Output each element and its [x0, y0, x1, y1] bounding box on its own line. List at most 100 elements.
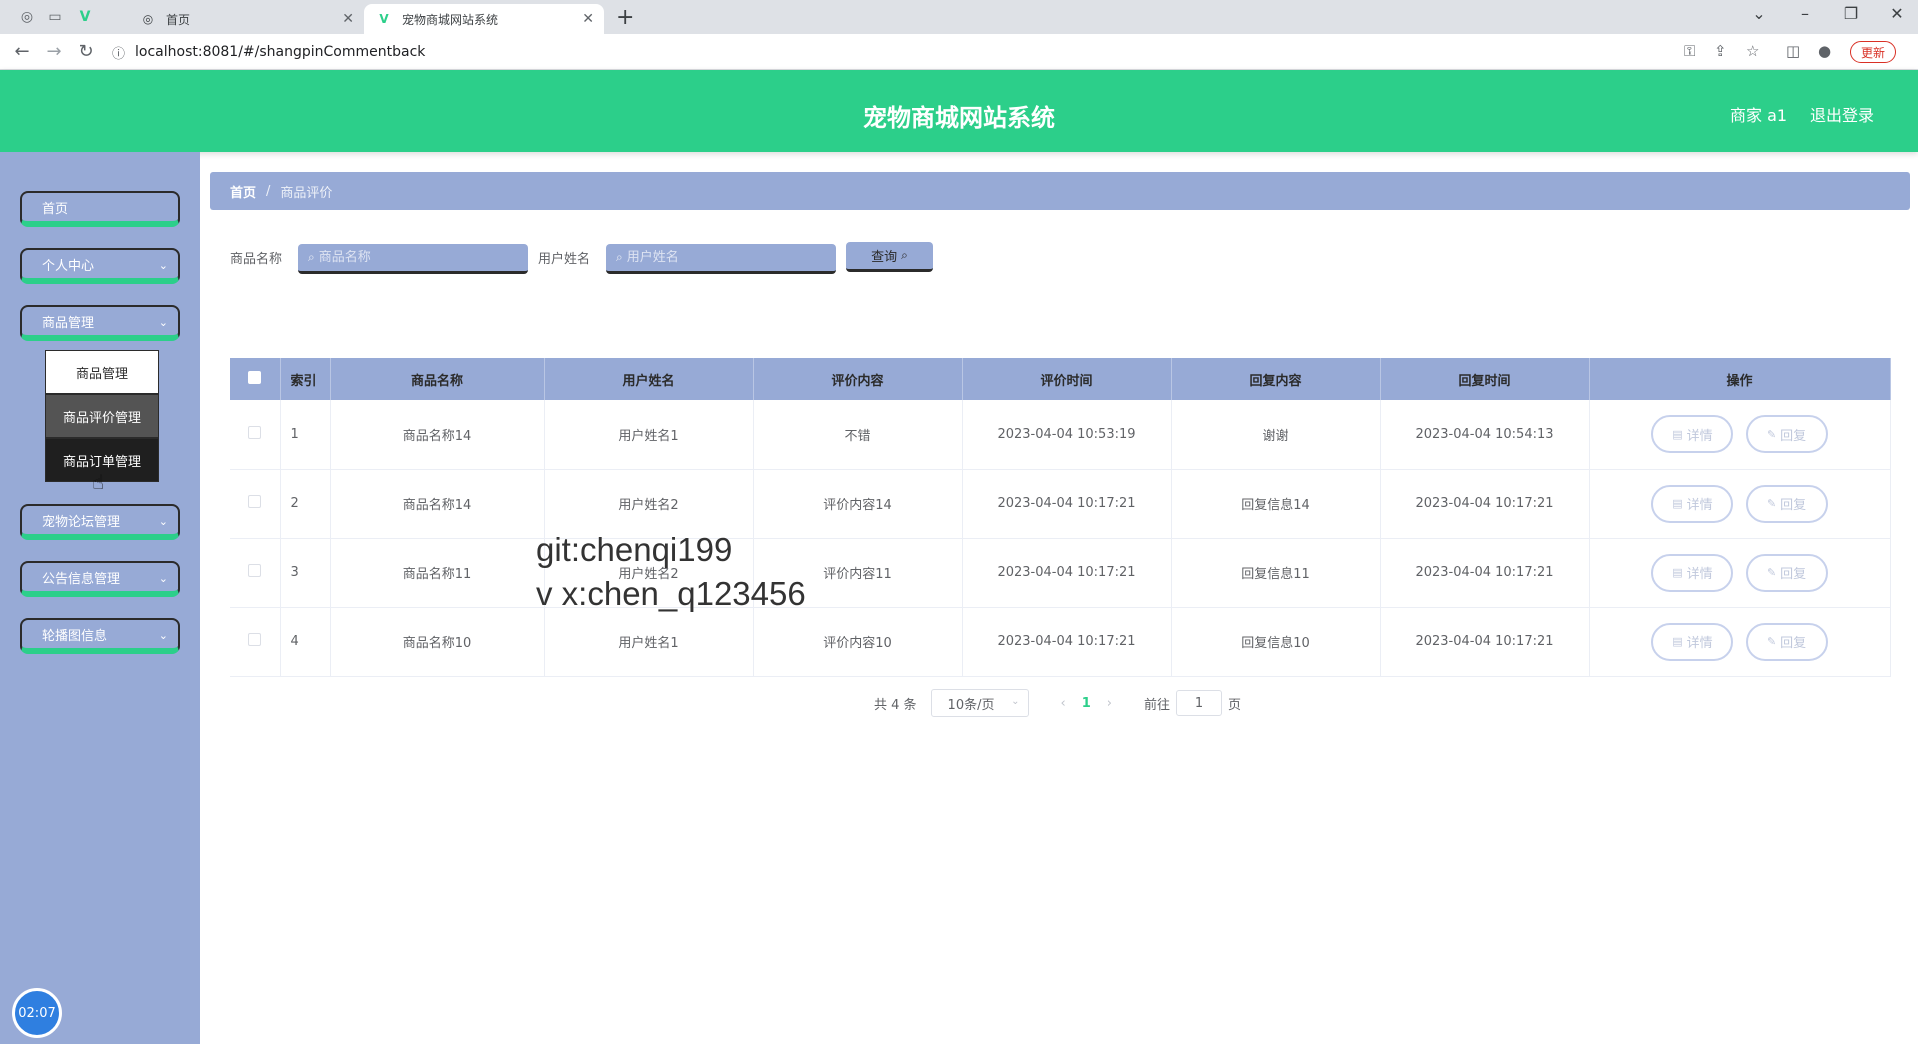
column-header-reply-time: 回复时间 — [1380, 358, 1590, 400]
tab-home[interactable]: ◎ 首页 ✕ — [128, 4, 364, 34]
cell-actions: ▤ 详情 ✎ 回复 — [1589, 400, 1891, 470]
prev-page-icon[interactable]: ‹ — [1061, 696, 1066, 711]
reply-button[interactable]: ✎ 回复 — [1745, 553, 1828, 592]
chevron-down-icon: ⌄ — [1011, 696, 1020, 707]
row-checkbox[interactable] — [248, 425, 262, 439]
user-name-input[interactable] — [626, 250, 807, 265]
next-page-icon[interactable]: › — [1107, 696, 1112, 711]
column-header-content: 评价内容 — [753, 358, 963, 400]
detail-label: 详情 — [1686, 636, 1713, 651]
submenu-item-product-reviews[interactable]: 商品评价管理 — [45, 394, 159, 438]
close-tab-icon[interactable]: ✕ — [342, 11, 354, 27]
cell-time: 2023-04-04 10:53:19 — [962, 400, 1172, 470]
hand-cursor-icon: ☝ — [92, 470, 105, 494]
detail-button[interactable]: ▤ 详情 — [1651, 415, 1734, 454]
edit-icon: ✎ — [1766, 635, 1777, 648]
tab-blank-icon[interactable]: ▭ — [46, 8, 64, 26]
chevron-down-icon: ⌄ — [158, 259, 168, 272]
goto-page-input[interactable]: 1 — [1176, 690, 1223, 716]
reply-button[interactable]: ✎ 回复 — [1745, 484, 1828, 523]
sidebar-item-announcements[interactable]: 公告信息管理 ⌄ — [20, 561, 180, 597]
search-icon: ⌕ — [616, 250, 623, 264]
cell-reply-time: 2023-04-04 10:17:21 — [1380, 469, 1590, 539]
cell-content: 评价内容10 — [753, 607, 963, 677]
select-all-checkbox[interactable] — [248, 370, 262, 384]
url-field[interactable]: ⓘ localhost:8081/#/shangpinCommentback — [112, 40, 1672, 64]
back-icon[interactable]: ← — [10, 41, 34, 62]
watermark-line: v x:chen_q123456 — [536, 575, 806, 612]
cell-actions: ▤ 详情 ✎ 回复 — [1589, 538, 1891, 608]
update-button[interactable]: 更新 — [1849, 41, 1896, 63]
reply-button[interactable]: ✎ 回复 — [1745, 622, 1828, 661]
new-tab-icon[interactable]: + — [616, 5, 634, 30]
key-icon[interactable]: ⚿ — [1684, 42, 1695, 60]
cell-reply: 回复信息11 — [1171, 538, 1381, 608]
sidebar-item-carousel[interactable]: 轮播图信息 ⌄ — [20, 618, 180, 654]
page-size-select[interactable]: 10条/页 ⌄ — [930, 689, 1029, 717]
reply-label: 回复 — [1780, 498, 1807, 513]
window-close-icon[interactable]: ✕ — [1882, 4, 1912, 23]
cell-product: 商品名称10 — [330, 607, 545, 677]
page-number[interactable]: 1 — [1082, 696, 1091, 711]
share-icon[interactable]: ⇪ — [1714, 42, 1727, 60]
document-icon: ▤ — [1672, 497, 1683, 510]
cell-user: 用户姓名1 — [544, 400, 754, 470]
detail-button[interactable]: ▤ 详情 — [1651, 622, 1734, 661]
sidebar-item-label: 公告信息管理 — [42, 571, 121, 587]
vue-tab-icon[interactable]: V — [76, 8, 94, 26]
product-name-input[interactable] — [318, 250, 499, 265]
chevron-down-icon: ⌄ — [158, 629, 168, 642]
bookmark-star-icon[interactable]: ☆ — [1746, 42, 1759, 60]
row-checkbox[interactable] — [248, 633, 262, 646]
logout-link[interactable]: 退出登录 — [1810, 102, 1874, 126]
detail-button[interactable]: ▤ 详情 — [1651, 553, 1734, 592]
site-info-icon[interactable]: ⓘ — [112, 43, 125, 62]
pagination-total: 共 4 条 — [874, 697, 917, 713]
profile-icon[interactable]: ● — [1818, 42, 1831, 60]
forward-icon[interactable]: → — [42, 41, 66, 62]
product-name-search-field[interactable]: ⌕ — [298, 244, 528, 274]
sidebar: 首页 个人中心 ⌄ 商品管理 ⌄ 宠物论坛管理 ⌄ 公告信息管理 ⌄ 轮播图信息… — [0, 152, 200, 1044]
browser-tab-strip: ◎ ▭ V ◎ 首页 ✕ V 宠物商城网站系统 ✕ + ⌄ – ❐ ✕ — [0, 0, 1918, 34]
watermark-overlay: git:chenqi199 v x:chen_q123456 — [536, 528, 806, 616]
tab-search-icon[interactable]: ⌄ — [1744, 4, 1774, 23]
reply-button[interactable]: ✎ 回复 — [1745, 415, 1828, 454]
reviews-table: 索引 商品名称 用户姓名 评价内容 评价时间 回复内容 回复时间 操作 1 商品… — [230, 358, 1891, 677]
address-bar: ← → ↻ ⓘ localhost:8081/#/shangpinComment… — [0, 34, 1918, 70]
sidebar-item-product-management[interactable]: 商品管理 ⌄ — [20, 305, 180, 341]
sidebar-item-personal-center[interactable]: 个人中心 ⌄ — [20, 248, 180, 284]
app-header: 宠物商城网站系统 商家 a1 退出登录 — [0, 70, 1918, 152]
user-name-search-field[interactable]: ⌕ — [606, 244, 836, 274]
cell-actions: ▤ 详情 ✎ 回复 — [1589, 469, 1891, 539]
url-text: localhost:8081/#/shangpinCommentback — [135, 44, 426, 60]
cell-actions: ▤ 详情 ✎ 回复 — [1589, 607, 1891, 677]
reload-icon[interactable]: ↻ — [74, 41, 98, 62]
sidebar-item-label: 个人中心 — [42, 258, 95, 274]
submenu-item-products[interactable]: 商品管理 — [45, 350, 159, 394]
tab-favicon-icon[interactable]: ◎ — [18, 8, 36, 26]
close-tab-icon[interactable]: ✕ — [582, 11, 594, 27]
column-header-product: 商品名称 — [330, 358, 545, 400]
restore-icon[interactable]: ❐ — [1836, 4, 1866, 23]
tab-pet-shop[interactable]: V 宠物商城网站系统 ✕ — [364, 4, 604, 34]
column-header-user: 用户姓名 — [544, 358, 754, 400]
sidebar-item-pet-forum[interactable]: 宠物论坛管理 ⌄ — [20, 504, 180, 540]
chevron-down-icon: ⌄ — [158, 316, 168, 329]
table-row: 4 商品名称10 用户姓名1 评价内容10 2023-04-04 10:17:2… — [230, 607, 1891, 677]
column-header-reply: 回复内容 — [1171, 358, 1381, 400]
minimize-icon[interactable]: – — [1790, 4, 1820, 23]
query-button[interactable]: 查询 ⌕ — [846, 242, 933, 272]
query-button-label: 查询 — [871, 250, 898, 265]
cell-reply-time: 2023-04-04 10:17:21 — [1380, 607, 1590, 677]
breadcrumb-home[interactable]: 首页 — [230, 182, 256, 201]
cell-reply-time: 2023-04-04 10:54:13 — [1380, 400, 1590, 470]
watermark-line: git:chenqi199 — [536, 531, 733, 568]
search-icon: ⌕ — [901, 248, 908, 262]
sidebar-item-label: 商品管理 — [42, 315, 95, 331]
row-checkbox[interactable] — [248, 495, 262, 508]
sidebar-item-home[interactable]: 首页 — [20, 191, 180, 227]
detail-button[interactable]: ▤ 详情 — [1651, 484, 1734, 523]
side-panel-icon[interactable]: ◫ — [1786, 42, 1800, 60]
cell-index: 4 — [280, 607, 331, 677]
row-checkbox[interactable] — [248, 564, 262, 577]
